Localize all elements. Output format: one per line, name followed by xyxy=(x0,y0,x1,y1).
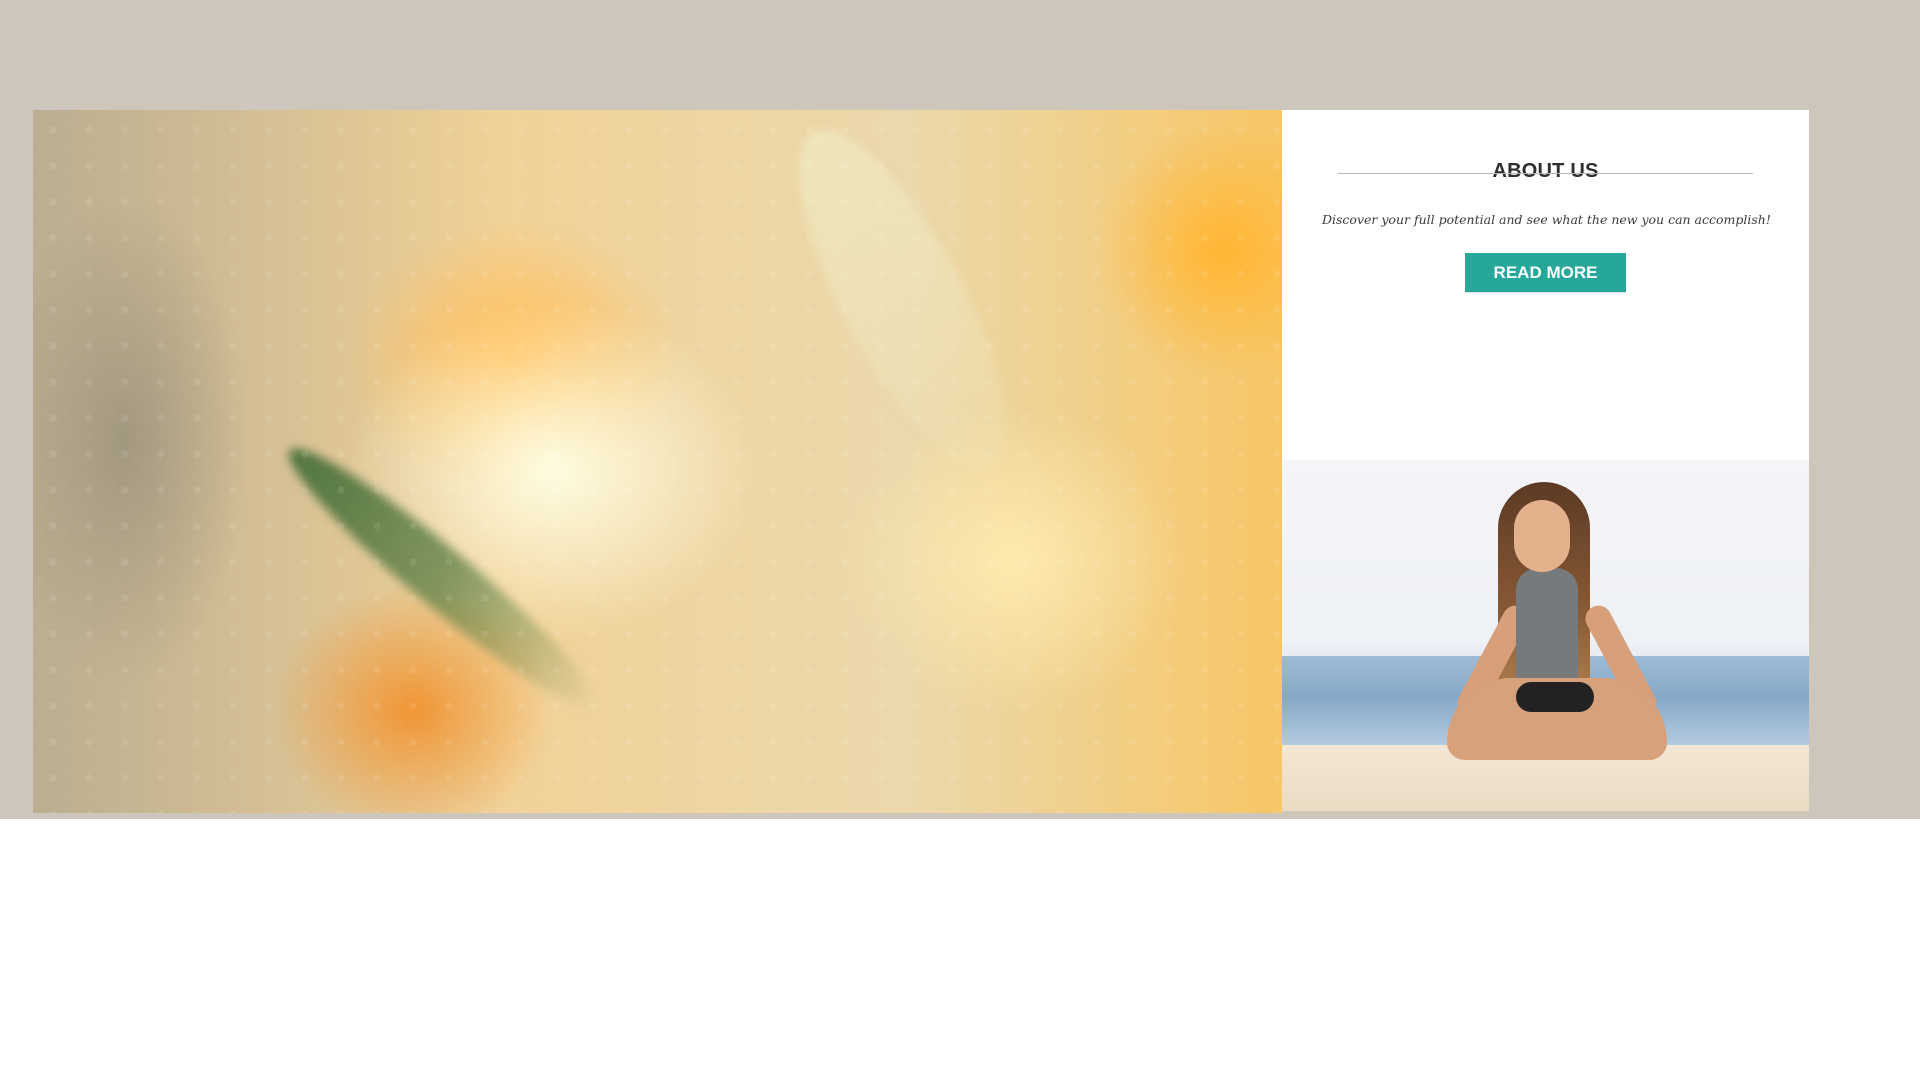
image-texture xyxy=(33,110,1282,813)
person-face xyxy=(1514,500,1570,572)
about-card: ABOUT US Discover your full potential an… xyxy=(1282,110,1809,460)
person-shorts xyxy=(1516,682,1594,712)
beach-meditation-image xyxy=(1282,460,1809,811)
page: ABOUT US Discover your full potential an… xyxy=(0,0,1920,1080)
meditating-person xyxy=(1442,482,1672,802)
about-tagline: Discover your full potential and see wha… xyxy=(1322,211,1771,227)
person-tank-top xyxy=(1516,568,1578,694)
title-divider xyxy=(1338,173,1753,174)
about-title: ABOUT US xyxy=(1492,159,1599,182)
read-more-button[interactable]: READ MORE xyxy=(1465,253,1626,292)
hero-food-image xyxy=(33,110,1282,813)
